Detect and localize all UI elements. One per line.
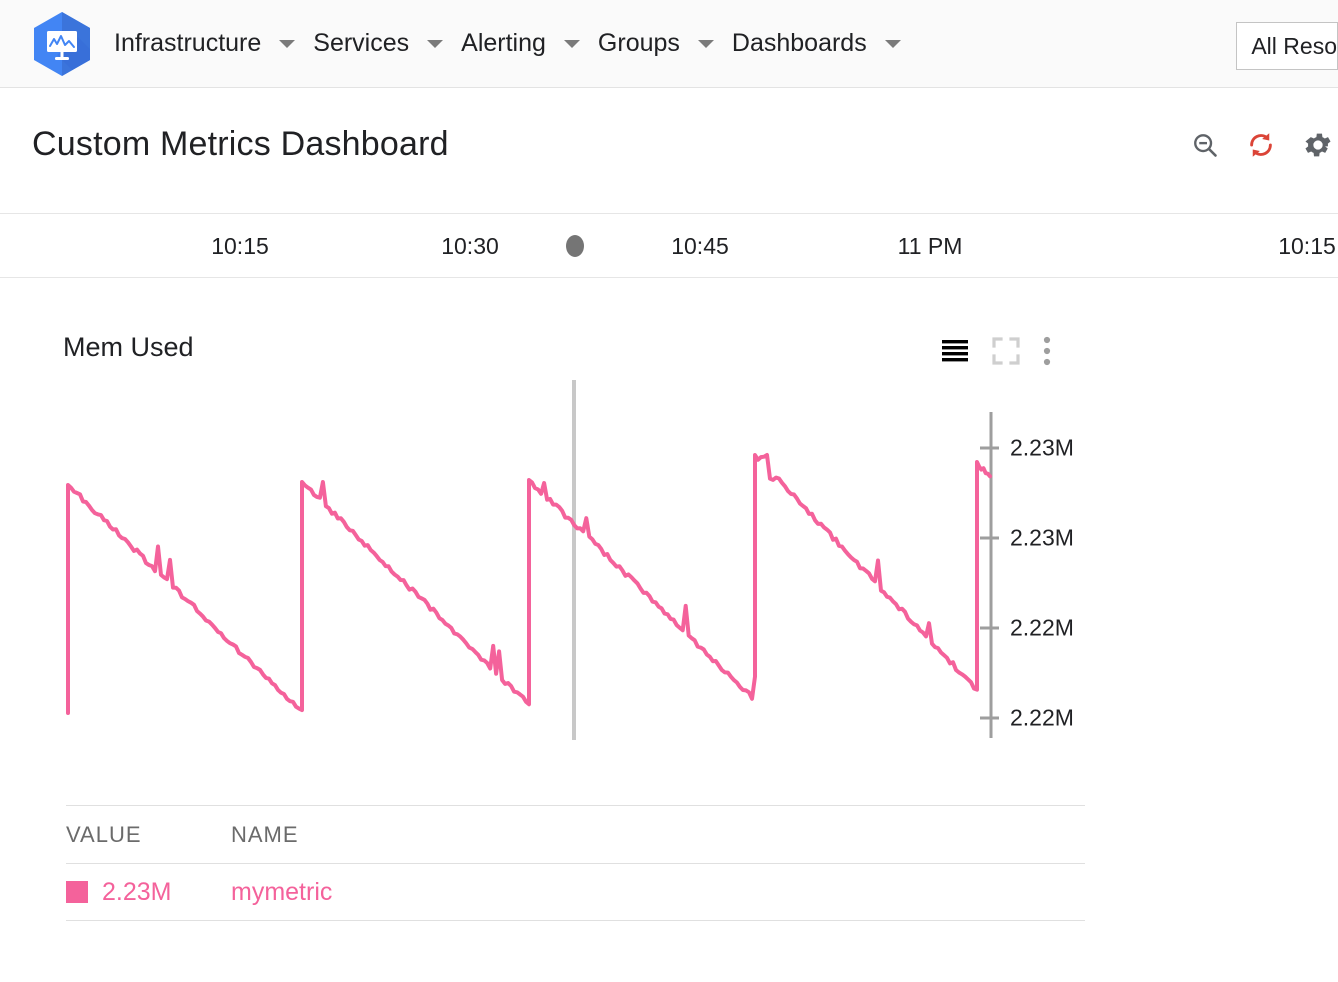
series-line-mymetric xyxy=(66,453,992,715)
time-axis-bar[interactable]: 10:15 10:30 10:45 11 PM 10:15 xyxy=(0,215,1338,278)
nav-item-label: Services xyxy=(313,29,410,57)
nav-item-label: Groups xyxy=(597,29,680,57)
zoom-out-icon[interactable] xyxy=(1190,130,1220,165)
more-options-icon[interactable] xyxy=(1042,336,1052,371)
dashboard-title-bar: Custom Metrics Dashboard xyxy=(0,89,1338,214)
top-navigation-bar: Infrastructure Services Alerting Groups … xyxy=(0,0,1338,88)
chart-title: Mem Used xyxy=(63,332,194,362)
legend-value: 2.23M xyxy=(102,877,172,906)
expand-fullscreen-icon[interactable] xyxy=(992,337,1020,370)
nav-item-infrastructure[interactable]: Infrastructure xyxy=(112,25,297,62)
nav-item-dashboards[interactable]: Dashboards xyxy=(730,25,903,62)
page-title: Custom Metrics Dashboard xyxy=(32,125,449,163)
resource-filter-label: All Reso xyxy=(1251,32,1337,59)
time-axis-tick: 10:30 xyxy=(441,233,499,259)
mem-used-line-chart[interactable] xyxy=(0,370,1090,750)
y-axis-label: 2.23M xyxy=(1010,434,1074,461)
y-axis-label: 2.22M xyxy=(1010,704,1074,731)
refresh-icon[interactable] xyxy=(1246,130,1276,165)
legend-series-name[interactable]: mymetric xyxy=(231,878,332,906)
nav-item-services[interactable]: Services xyxy=(311,25,445,62)
time-range-handle[interactable] xyxy=(566,235,584,257)
legend-column-name: NAME xyxy=(231,821,299,847)
gear-icon[interactable] xyxy=(1302,129,1334,166)
y-axis-label: 2.22M xyxy=(1010,614,1074,641)
nav-item-groups[interactable]: Groups xyxy=(596,25,716,62)
legend-toggle-icon[interactable] xyxy=(940,338,970,369)
dashboard-actions xyxy=(1190,129,1334,166)
chevron-down-icon xyxy=(427,39,444,48)
chevron-down-icon xyxy=(697,39,714,48)
chevron-down-icon xyxy=(884,39,901,48)
time-axis-tick: 10:45 xyxy=(671,233,729,259)
legend-color-swatch xyxy=(66,881,88,903)
chart-legend-table: VALUE NAME 2.23M mymetric xyxy=(66,805,1085,921)
nav-item-label: Alerting xyxy=(461,29,546,57)
time-axis-tick: 11 PM xyxy=(897,233,963,259)
cloud-monitoring-hexagon-icon[interactable] xyxy=(30,11,94,76)
nav-item-alerting[interactable]: Alerting xyxy=(459,25,582,62)
y-axis-label: 2.23M xyxy=(1010,524,1074,551)
chart-card-actions xyxy=(940,336,1052,371)
legend-column-value: VALUE xyxy=(66,821,142,847)
nav-item-label: Dashboards xyxy=(731,29,867,57)
nav-item-label: Infrastructure xyxy=(114,29,262,57)
resource-filter-dropdown[interactable]: All Reso xyxy=(1236,22,1338,70)
nav-items: Infrastructure Services Alerting Groups … xyxy=(112,25,917,62)
chart-plot-area[interactable] xyxy=(0,370,1090,750)
legend-header-row: VALUE NAME xyxy=(66,805,1085,863)
chevron-down-icon xyxy=(563,39,580,48)
chevron-down-icon xyxy=(279,39,296,48)
time-axis-tick: 10:15 xyxy=(1278,233,1336,259)
time-axis-tick: 10:15 xyxy=(211,233,269,259)
legend-row[interactable]: 2.23M mymetric xyxy=(66,863,1085,921)
